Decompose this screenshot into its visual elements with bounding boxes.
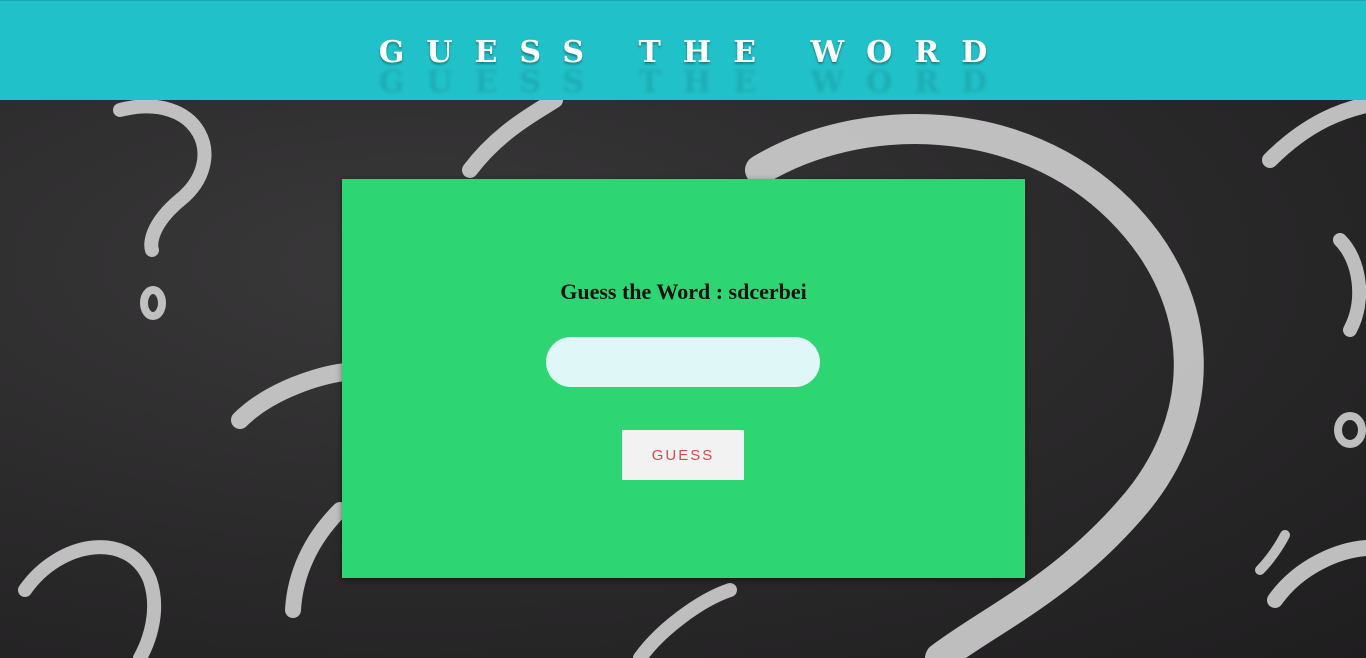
guess-prompt: Guess the Word : sdcerbei (560, 279, 807, 304)
guess-button[interactable]: GUESS (622, 430, 744, 480)
game-card: Guess the Word : sdcerbei GUESS (342, 179, 1025, 578)
page-header: GUESS THE WORD GUESS THE WORD (0, 0, 1366, 100)
guess-input[interactable] (546, 337, 820, 387)
page-title-reflection: GUESS THE WORD (378, 65, 1010, 95)
